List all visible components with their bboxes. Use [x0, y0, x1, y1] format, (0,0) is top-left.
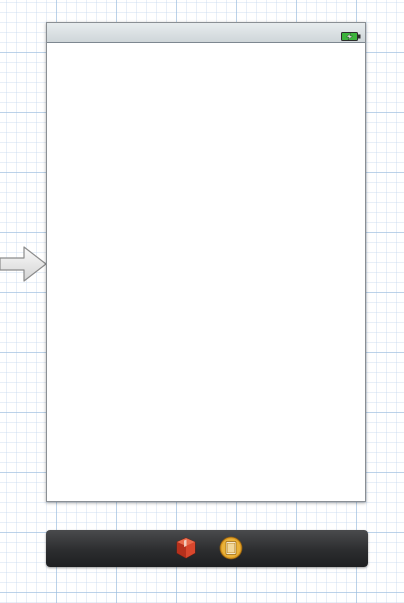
- view-controller-icon[interactable]: [219, 536, 243, 560]
- initial-scene-arrow-icon[interactable]: [0, 246, 48, 282]
- scene-dock: [46, 530, 368, 567]
- battery-charging-icon: [341, 28, 361, 41]
- first-responder-icon[interactable]: [174, 536, 198, 560]
- view-controller-scene[interactable]: [46, 22, 366, 502]
- status-bar: [47, 23, 365, 43]
- main-view[interactable]: [47, 43, 365, 501]
